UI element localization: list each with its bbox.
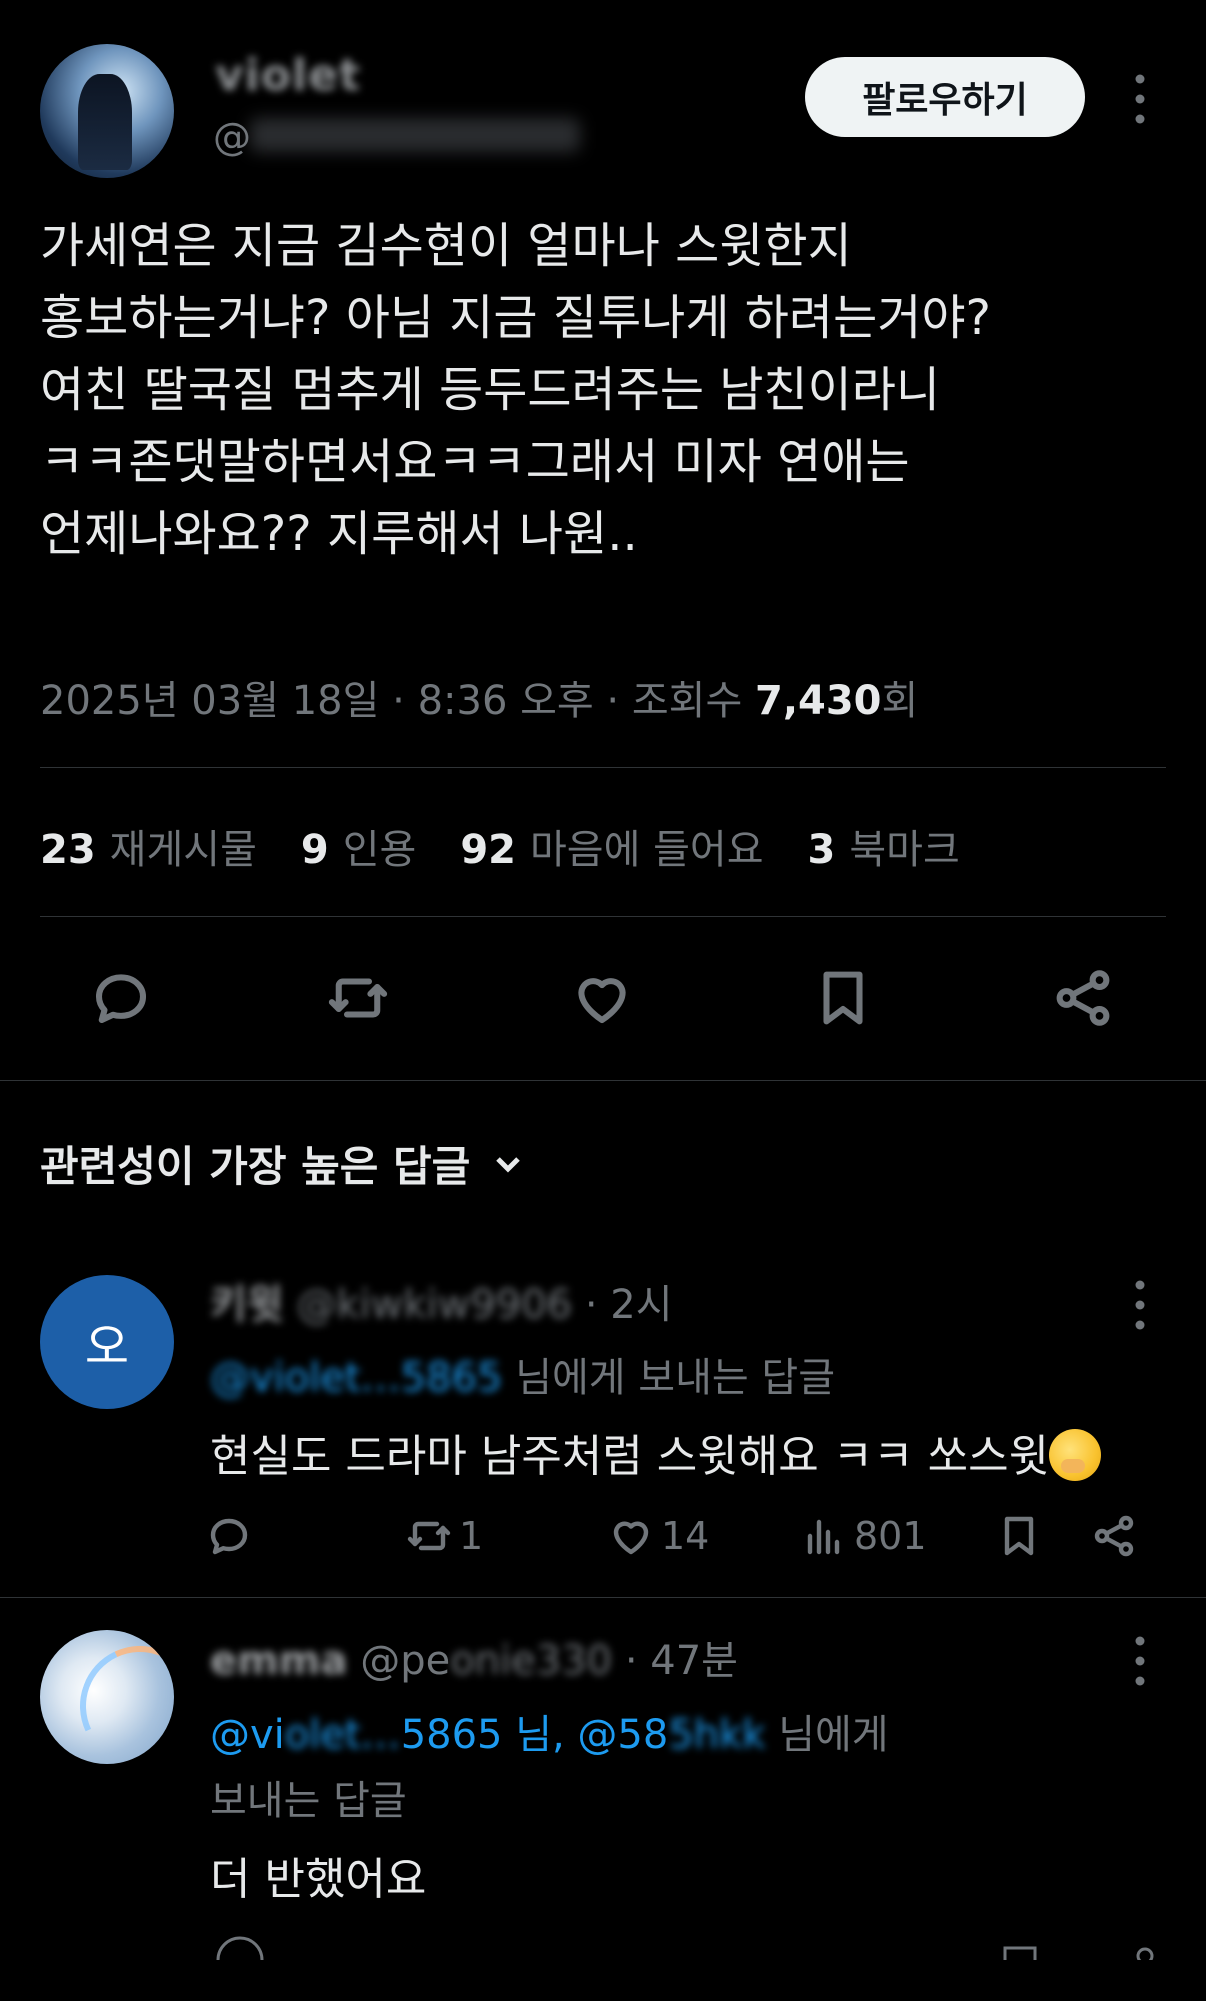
view-suffix: 회	[881, 678, 919, 724]
reply-more-icon[interactable]	[1125, 1634, 1155, 1688]
reply-handle-prefix[interactable]: @pe	[360, 1638, 450, 1684]
share-icon[interactable]	[1050, 965, 1116, 1031]
mention-link[interactable]: @vi	[210, 1712, 285, 1758]
divider	[40, 767, 1166, 768]
author-avatar[interactable]	[40, 44, 174, 178]
share-icon	[1094, 1515, 1134, 1557]
reply-more-icon[interactable]	[1125, 1278, 1155, 1332]
reply-repost-count: 1	[459, 1514, 484, 1558]
reply-icon	[210, 1518, 248, 1555]
reply-like-button[interactable]: 14	[607, 1512, 709, 1560]
repost-icon	[407, 1521, 451, 1551]
stat-quotes[interactable]: 9 인용	[301, 817, 416, 875]
reply-avatar[interactable]	[40, 1630, 174, 1764]
shushing-face-emoji	[1049, 1429, 1102, 1481]
reply-text: 더 반했어요	[210, 1854, 427, 1905]
reply-reply-button[interactable]	[205, 1512, 253, 1560]
view-count: 7,430	[754, 678, 882, 724]
reply-sort-dropdown[interactable]: 관련성이 가장 높은 답글	[40, 1133, 528, 1194]
reply-time: · 2시	[584, 1282, 673, 1328]
reply-views-button[interactable]: 801	[800, 1512, 927, 1560]
handle-blur	[250, 118, 580, 152]
author-name[interactable]: violet	[215, 50, 361, 101]
reply-header: 키윗 @kiwkiw9906 · 2시	[210, 1272, 673, 1330]
reply-author-name[interactable]: 키윗	[210, 1282, 284, 1328]
sort-label: 관련성이 가장 높은 답글	[40, 1142, 471, 1191]
mention-suffix: 님에게	[778, 1712, 889, 1758]
views-icon	[807, 1519, 840, 1555]
reply-repost-button[interactable]: 1	[405, 1512, 483, 1560]
tweet-text: 가세연은 지금 김수현이 얼마나 스윗한지 홍보하는거냐? 아님 지금 질투나게…	[40, 218, 992, 562]
reply-bookmark-button[interactable]	[995, 1512, 1043, 1560]
reply-time: · 47분	[624, 1638, 738, 1684]
engagement-stats: 23 재게시물 9 인용 92 마음에 들어요 3 북마크	[40, 817, 960, 875]
mention-link-2[interactable]: 5865 님, @58	[401, 1712, 669, 1758]
reply-action-bar: 1 14 801	[205, 1512, 1165, 1568]
section-divider	[0, 1080, 1206, 1081]
tweet-meta: 2025년 03월 18일 · 8:36 오후 · 조회수 7,430회	[40, 668, 918, 726]
next-actions-partial	[216, 1936, 1154, 1960]
tweet-date: 2025년 03월 18일 · 8:36 오후 · 조회수	[40, 678, 743, 724]
stat-likes[interactable]: 92 마음에 들어요	[460, 817, 763, 875]
reply-like-count: 14	[661, 1514, 710, 1558]
reply-mention-line-2: 보내는 답글	[210, 1778, 407, 1824]
divider	[40, 916, 1166, 917]
reply-mention-line: @violet…5865 님에게 보내는 답글	[210, 1345, 835, 1403]
reply-handle[interactable]: @kiwkiw9906	[296, 1282, 572, 1328]
reply-mention-line: @violet…5865 님, @585hkk 님에게	[210, 1702, 889, 1760]
reply-share-button[interactable]	[1090, 1512, 1138, 1560]
mention-suffix: 님에게 보내는 답글	[515, 1355, 836, 1401]
reply-author-name[interactable]: emma	[210, 1638, 347, 1684]
heart-icon	[613, 1521, 649, 1555]
reply-view-count: 801	[854, 1514, 927, 1558]
stat-reposts[interactable]: 23 재게시물	[40, 817, 257, 875]
reply-avatar[interactable]: 오	[40, 1275, 174, 1409]
follow-button[interactable]: 팔로우하기	[805, 57, 1085, 137]
mention-link[interactable]: @violet…5865	[210, 1355, 502, 1401]
mention-link-2-blurred[interactable]: 5hkk	[668, 1712, 765, 1758]
reply-header: emma @peonie330 · 47분	[210, 1628, 738, 1686]
heart-icon[interactable]	[569, 965, 635, 1031]
stat-bookmarks[interactable]: 3 북마크	[808, 817, 960, 875]
reply-icon[interactable]	[88, 965, 154, 1031]
bookmark-icon	[1004, 1516, 1034, 1556]
chevron-down-icon	[496, 1156, 521, 1173]
repost-icon[interactable]	[325, 965, 391, 1031]
mention-link-blurred[interactable]: olet…	[285, 1712, 401, 1758]
bookmark-icon[interactable]	[810, 965, 876, 1031]
more-vertical-icon[interactable]	[1120, 72, 1160, 126]
reply-handle[interactable]: onie330	[450, 1638, 612, 1684]
reply-text: 현실도 드라마 남주처럼 스윗해요 ㅋㅋ 쏘스윗	[210, 1420, 1102, 1484]
reply-divider	[0, 1597, 1206, 1598]
author-handle[interactable]: @	[213, 115, 251, 159]
